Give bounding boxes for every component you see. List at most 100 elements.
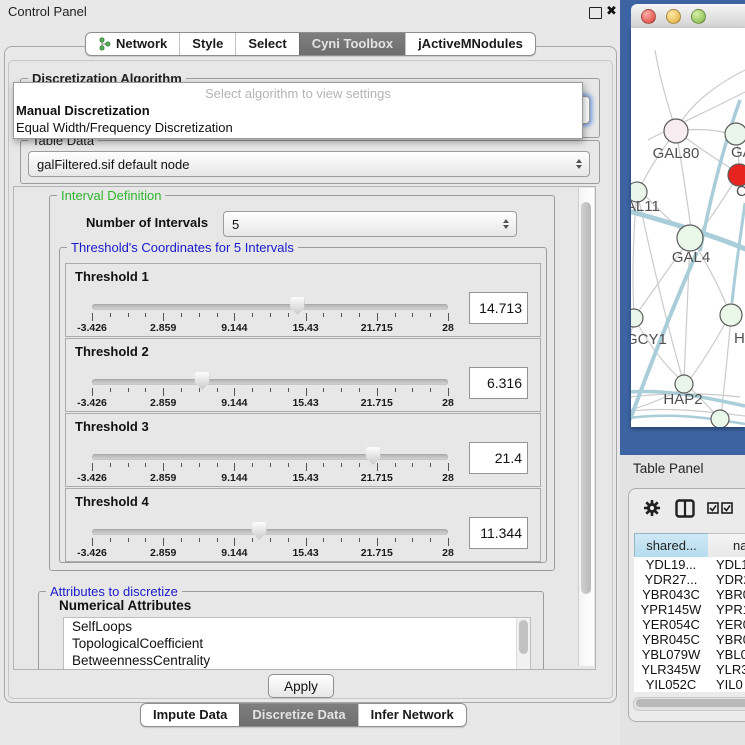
cell-shared-name[interactable]: YBR043C	[634, 587, 708, 602]
table-row[interactable]: YBL079WYBL0	[634, 647, 745, 662]
attribute-list-item[interactable]: BetweennessCentrality	[64, 652, 530, 669]
cell-shared-name[interactable]: YER054C	[634, 617, 708, 632]
node-table-container: shared... na YDL19...YDL1YDR27...YDR2YBR…	[628, 488, 745, 722]
settings-scrollbar[interactable]	[578, 188, 594, 666]
slider-track[interactable]	[92, 379, 448, 385]
threshold-value-field[interactable]: 6.316	[469, 367, 528, 399]
cell-shared-name[interactable]: YBL079W	[634, 647, 708, 662]
table-row[interactable]: YDR27...YDR2	[634, 572, 745, 587]
gear-icon[interactable]	[643, 499, 661, 517]
numerical-attributes-list[interactable]: SelfLoopsTopologicalCoefficientBetweenne…	[63, 617, 531, 670]
list-scrollbar[interactable]	[516, 618, 530, 670]
network-node[interactable]	[631, 309, 643, 327]
tick-label: -3.426	[77, 547, 107, 559]
network-node-label: H	[734, 330, 745, 347]
combo-spinner-icon	[576, 159, 582, 169]
table-row[interactable]: YBR043CYBR0	[634, 587, 745, 602]
thresholds-group-title: Threshold's Coordinates for 5 Intervals	[67, 240, 298, 255]
close-icon[interactable]: ✖	[606, 3, 617, 19]
cell-shared-name[interactable]: YBR045C	[634, 632, 708, 647]
close-traffic-light[interactable]	[641, 9, 656, 24]
zoom-traffic-light[interactable]	[691, 9, 706, 24]
network-node-label: HAP2	[663, 391, 702, 408]
float-window-icon[interactable]	[589, 7, 602, 19]
network-node[interactable]	[711, 410, 729, 427]
column-header-shared-name[interactable]: shared...	[634, 533, 709, 558]
tab-network[interactable]: Network	[86, 33, 179, 55]
network-node[interactable]	[664, 119, 688, 143]
cell-name[interactable]: YPR1	[708, 602, 745, 617]
tick-label: 28	[442, 547, 454, 559]
threshold-panel-3: Threshold 3 -3.4262.8599.14415.4321.7152…	[65, 413, 541, 487]
table-row[interactable]: YBR045CYBR0	[634, 632, 745, 647]
network-view-canvas[interactable]: GAL80GACGAL11GAL4GCY1HHAP2	[631, 28, 745, 427]
table-row[interactable]: YPR145WYPR1	[634, 602, 745, 617]
control-panel-titlebar: Control Panel ✖	[0, 0, 620, 24]
network-node[interactable]	[725, 123, 745, 145]
slider-track[interactable]	[92, 529, 448, 535]
column-header-name[interactable]: na	[708, 533, 745, 558]
table-data-selected: galFiltered.sif default node	[37, 157, 189, 172]
threshold-label: Threshold 2	[75, 344, 149, 359]
network-icon	[98, 37, 111, 51]
tick-label: 15.43	[292, 472, 318, 484]
cell-name[interactable]: YER0	[708, 617, 745, 632]
tick-label: -3.426	[77, 397, 107, 409]
tab-label: Cyni Toolbox	[312, 36, 393, 51]
tab-select[interactable]: Select	[235, 33, 298, 55]
dropdown-option-equal-width[interactable]: Equal Width/Frequency Discretization	[14, 119, 582, 136]
number-of-intervals-label: Number of Intervals	[86, 215, 208, 230]
slider-track[interactable]	[92, 454, 448, 460]
cell-name[interactable]: YBR0	[708, 587, 745, 602]
checkbox-columns-icon[interactable]	[707, 502, 733, 514]
tab-infer-network[interactable]: Infer Network	[358, 704, 466, 726]
cell-name[interactable]: YIL0	[708, 677, 743, 692]
cell-name[interactable]: YDR2	[708, 572, 745, 587]
minimize-traffic-light[interactable]	[666, 9, 681, 24]
threshold-value-field[interactable]: 21.4	[469, 442, 528, 474]
tick-label: 21.715	[361, 547, 393, 559]
tab-impute-data[interactable]: Impute Data	[141, 704, 239, 726]
slider-scale: -3.4262.8599.14415.4321.71528	[92, 322, 448, 334]
table-row[interactable]: YIL052CYIL0	[634, 677, 745, 692]
table-horizontal-scrollbar[interactable]	[633, 697, 745, 711]
cell-name[interactable]: YDL1	[708, 557, 745, 572]
apply-button[interactable]: Apply	[268, 674, 334, 698]
cell-shared-name[interactable]: YPR145W	[634, 602, 708, 617]
tick-label: 9.144	[221, 322, 247, 334]
network-node[interactable]	[677, 225, 703, 251]
cell-name[interactable]: YLR3	[708, 662, 745, 677]
split-columns-icon[interactable]	[675, 499, 695, 518]
node-table-rows: YDL19...YDL1YDR27...YDR2YBR043CYBR0YPR14…	[634, 557, 745, 692]
cell-name[interactable]: YBR0	[708, 632, 745, 647]
scrollbar-thumb[interactable]	[636, 699, 745, 707]
network-window-titlebar[interactable]	[631, 4, 745, 29]
tab-cyni-toolbox[interactable]: Cyni Toolbox	[299, 33, 405, 55]
network-node[interactable]	[720, 304, 742, 326]
cell-name[interactable]: YBL0	[708, 647, 745, 662]
slider-track[interactable]	[92, 304, 448, 310]
cell-shared-name[interactable]: YDL19...	[634, 557, 708, 572]
attribute-list-item[interactable]: SelfLoops	[64, 618, 530, 635]
cell-shared-name[interactable]: YDR27...	[634, 572, 708, 587]
table-row[interactable]: YDL19...YDL1	[634, 557, 745, 572]
dropdown-option-manual[interactable]: Manual Discretization	[14, 102, 582, 119]
table-data-combo[interactable]: galFiltered.sif default node	[28, 151, 590, 177]
tab-discretize-data[interactable]: Discretize Data	[239, 704, 357, 726]
cell-shared-name[interactable]: YLR345W	[634, 662, 708, 677]
slider-ticks	[92, 463, 448, 472]
scrollbar-thumb[interactable]	[581, 202, 591, 594]
threshold-value-field[interactable]: 14.713	[469, 292, 528, 324]
table-row[interactable]: YLR345WYLR3	[634, 662, 745, 677]
cell-shared-name[interactable]: YIL052C	[634, 677, 708, 692]
table-row[interactable]: YER054CYER0	[634, 617, 745, 632]
tick-label: -3.426	[77, 322, 107, 334]
attribute-list-item[interactable]: TopologicalCoefficient	[64, 635, 530, 652]
tab-jactivemnodules[interactable]: jActiveMNodules	[405, 33, 535, 55]
slider-scale: -3.4262.8599.14415.4321.71528	[92, 547, 448, 559]
threshold-value-field[interactable]: 11.344	[469, 517, 528, 549]
number-of-intervals-combo[interactable]: 5	[223, 211, 517, 237]
tab-style[interactable]: Style	[179, 33, 235, 55]
control-panel-tab-bar: Network Style Select Cyni Toolbox jActiv…	[85, 32, 536, 56]
threshold-panel-1: Threshold 1 -3.4262.8599.14415.4321.7152…	[65, 263, 541, 337]
